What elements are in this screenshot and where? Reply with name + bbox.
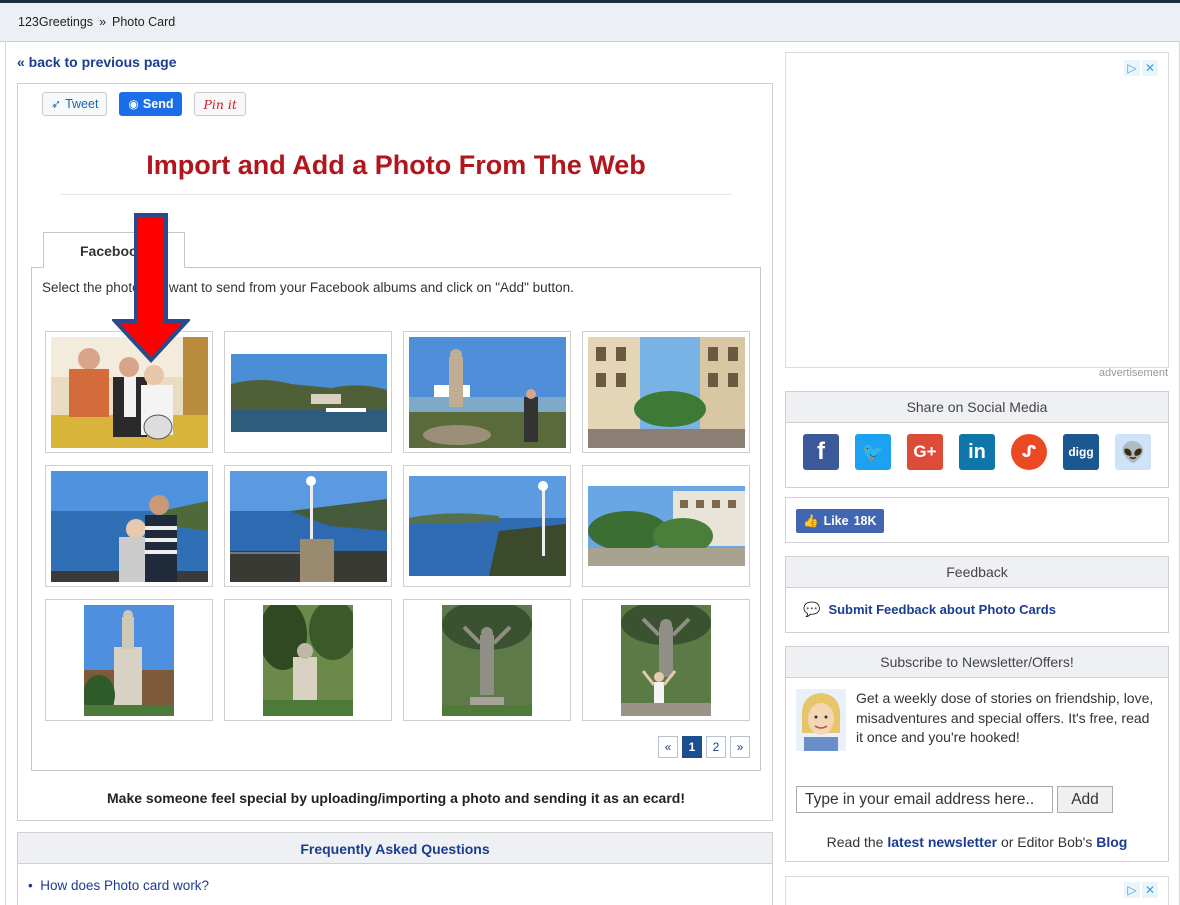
red-arrow-annotation: [112, 213, 190, 363]
photo-couple-seaside: [51, 471, 208, 582]
photo-coastal-cliffs: [231, 354, 387, 432]
pin-it-button[interactable]: Pin it: [194, 92, 246, 116]
newsletter-description: Get a weekly dose of stories on friendsh…: [856, 690, 1154, 745]
tweet-label: Tweet: [65, 97, 99, 111]
google-plus-icon[interactable]: G+: [907, 434, 943, 470]
photo-thumbnail[interactable]: [45, 599, 213, 721]
linkedin-icon[interactable]: in: [959, 434, 995, 470]
speech-bubbles-icon: 💬: [803, 601, 821, 617]
close-icon[interactable]: ✕: [1142, 60, 1158, 76]
like-panel: 👍 Like 18K: [785, 497, 1169, 543]
breadcrumb-current: Photo Card: [112, 15, 176, 29]
title-divider: [60, 194, 732, 195]
back-link[interactable]: « back to previous page: [17, 54, 177, 70]
newsletter-title: Subscribe to Newsletter/Offers!: [786, 647, 1168, 678]
facebook-icon[interactable]: f: [803, 434, 839, 470]
pagination-page-2[interactable]: 2: [706, 736, 726, 758]
breadcrumb: 123Greetings » Photo Card: [18, 15, 175, 29]
messenger-icon: ◉: [128, 97, 139, 111]
newsletter-panel: Subscribe to Newsletter/Offers! Get a we…: [785, 646, 1169, 862]
photo-thumbnail[interactable]: [582, 331, 750, 453]
photo-monument-statue: [84, 605, 174, 716]
photo-import-box: ➶ Tweet ◉ Send Pin it Import and Add a Pho…: [17, 83, 773, 821]
photo-thumbnail[interactable]: [224, 599, 392, 721]
editor-avatar: [796, 689, 846, 751]
faq-box: Frequently Asked Questions • How does Ph…: [17, 832, 773, 905]
social-icons: f 🐦 G+ in ᔑ digg 👽: [803, 434, 1151, 470]
send-label: Send: [142, 97, 174, 111]
advertisement-box[interactable]: ▷ ✕: [785, 52, 1169, 368]
share-buttons: ➶ Tweet ◉ Send Pin it: [42, 92, 246, 116]
photo-thumbnail[interactable]: [582, 599, 750, 721]
like-label: Like: [823, 514, 849, 528]
photo-thumbnail[interactable]: [582, 465, 750, 587]
photo-garden-bust: [263, 605, 353, 716]
feedback-link[interactable]: 💬 Submit Feedback about Photo Cards: [803, 601, 1056, 618]
advertisement-box-2[interactable]: ▷ ✕: [785, 876, 1169, 905]
pagination-next[interactable]: »: [730, 736, 750, 758]
pagination: « 1 2 »: [658, 736, 750, 758]
like-count: 18K: [853, 514, 877, 528]
photo-thumbnail[interactable]: [224, 465, 392, 587]
page-title: Import and Add a Photo From The Web: [146, 150, 646, 180]
photo-thumbnail[interactable]: [403, 465, 571, 587]
newsletter-footer: Read the latest newsletter or Editor Bob…: [786, 834, 1168, 850]
photo-balcony-lamp: [230, 471, 387, 582]
photo-garden-statue: [442, 605, 532, 716]
twitter-icon[interactable]: 🐦: [855, 434, 891, 470]
photo-statue-terrace: [409, 337, 566, 448]
faq-title: Frequently Asked Questions: [18, 833, 772, 864]
page-border-left: [5, 42, 6, 905]
breadcrumb-home[interactable]: 123Greetings: [18, 15, 93, 29]
photo-thumbnail[interactable]: [403, 331, 571, 453]
stumbleupon-icon[interactable]: ᔑ: [1011, 434, 1047, 470]
social-share-panel: Share on Social Media f 🐦 G+ in ᔑ digg 👽: [785, 391, 1169, 488]
photo-street-buildings: [588, 337, 745, 448]
reddit-icon[interactable]: 👽: [1115, 434, 1151, 470]
photo-woman-with-statue: [621, 605, 711, 716]
feedback-link-text: Submit Feedback about Photo Cards: [828, 602, 1056, 617]
feedback-title: Feedback: [786, 557, 1168, 588]
tweet-button[interactable]: ➶ Tweet: [42, 92, 108, 116]
faq-item[interactable]: • How does Photo card work?: [28, 878, 209, 893]
latest-newsletter-link[interactable]: latest newsletter: [887, 834, 997, 850]
newsletter-footer-mid: or Editor Bob's: [1000, 834, 1093, 850]
ad-choices-2[interactable]: ▷ ✕: [1124, 882, 1158, 898]
photo-thumbnail[interactable]: [224, 331, 392, 453]
pagination-prev[interactable]: «: [658, 736, 678, 758]
tagline: Make someone feel special by uploading/i…: [107, 790, 685, 806]
photo-coast-view-lamp: [409, 476, 566, 576]
close-icon[interactable]: ✕: [1142, 882, 1158, 898]
social-panel-title: Share on Social Media: [786, 392, 1168, 423]
feedback-panel: Feedback 💬 Submit Feedback about Photo C…: [785, 556, 1169, 633]
pagination-page-1[interactable]: 1: [682, 736, 702, 758]
ad-label: advertisement: [1098, 367, 1168, 379]
top-bar: 123Greetings » Photo Card: [0, 0, 1180, 42]
breadcrumb-separator: »: [99, 15, 107, 29]
twitter-bird-icon: ➶: [51, 97, 62, 111]
ad-choices[interactable]: ▷ ✕: [1124, 60, 1158, 76]
pin-label: Pin it: [203, 96, 237, 112]
adchoices-icon[interactable]: ▷: [1124, 60, 1140, 76]
facebook-like-button[interactable]: 👍 Like 18K: [796, 509, 884, 533]
digg-icon[interactable]: digg: [1063, 434, 1099, 470]
blog-link[interactable]: Blog: [1096, 834, 1127, 850]
adchoices-icon[interactable]: ▷: [1124, 882, 1140, 898]
email-input[interactable]: [796, 786, 1053, 813]
messenger-send-button[interactable]: ◉ Send: [119, 92, 183, 116]
photo-thumbnail[interactable]: [403, 599, 571, 721]
newsletter-footer-prefix: Read the: [826, 834, 884, 850]
photo-thumbnail[interactable]: [45, 465, 213, 587]
subscribe-add-button[interactable]: Add: [1057, 786, 1113, 813]
thumbs-up-icon: 👍: [803, 513, 819, 528]
photo-hotel-gardens: [588, 486, 745, 566]
faq-item-text: How does Photo card work?: [40, 878, 210, 893]
